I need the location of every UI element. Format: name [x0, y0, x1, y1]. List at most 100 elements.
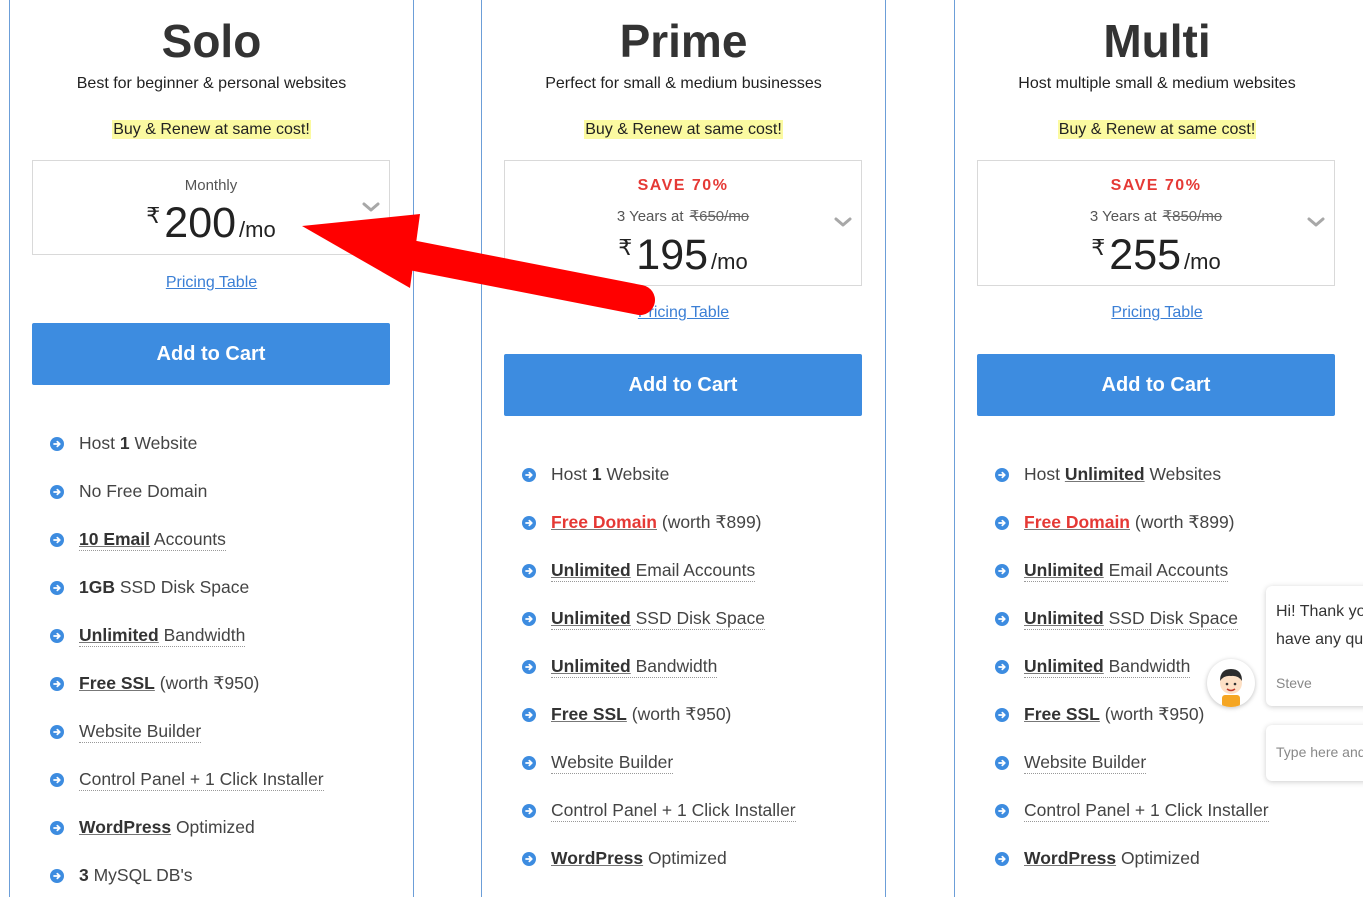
circle-arrow-right-icon	[522, 660, 536, 674]
feature-text: Unlimited Bandwidth	[79, 625, 246, 647]
plan-subtitle: Best for beginner & personal websites	[76, 75, 347, 92]
feature-item: Unlimited Bandwidth	[50, 624, 413, 672]
feature-text: Unlimited Bandwidth	[551, 656, 718, 678]
circle-arrow-right-icon	[522, 756, 536, 770]
chevron-down-icon[interactable]	[833, 212, 853, 232]
feature-item: WordPress Optimized	[995, 847, 1363, 895]
chat-message-text: Hi! Thank yo have any qu	[1276, 603, 1363, 648]
circle-arrow-right-icon	[522, 612, 536, 626]
currency-symbol: ₹	[618, 235, 633, 260]
price-unit: /mo	[239, 217, 276, 242]
circle-arrow-right-icon	[995, 804, 1009, 818]
feature-item: Free Domain (worth ₹899)	[522, 511, 885, 559]
feature-item: Control Panel + 1 Click Installer	[50, 768, 413, 816]
circle-arrow-right-icon	[50, 869, 64, 883]
feature-text: No Free Domain	[79, 481, 208, 501]
price-amount: 195	[636, 231, 709, 279]
circle-arrow-right-icon	[995, 516, 1009, 530]
feature-text: Control Panel + 1 Click Installer	[551, 800, 796, 822]
feature-item: Free Domain (worth ₹899)	[995, 511, 1363, 559]
feature-list: Host 1 Website No Free Domain 10 Email Acc…	[50, 432, 413, 897]
feature-text: Host Unlimited Websites	[1024, 464, 1222, 484]
save-badge: SAVE 70%	[1110, 177, 1202, 194]
feature-text: Host 1 Website	[79, 433, 198, 453]
circle-arrow-right-icon	[50, 437, 64, 451]
original-price: ₹850/mo	[1162, 208, 1223, 225]
feature-text: Control Panel + 1 Click Installer	[1024, 800, 1269, 822]
feature-text: 3 MySQL DB's	[79, 865, 193, 885]
feature-text: 10 Email Accounts	[79, 529, 226, 551]
price-display: ₹195/mo	[505, 231, 861, 280]
feature-item: WordPress Optimized	[50, 816, 413, 864]
feature-item: No Free Domain	[50, 480, 413, 528]
pricing-table-link[interactable]: Pricing Table	[638, 304, 729, 321]
feature-text: Unlimited Bandwidth	[1024, 656, 1191, 678]
chevron-down-icon[interactable]	[1306, 212, 1326, 232]
agent-avatar-icon[interactable]	[1207, 659, 1255, 707]
circle-arrow-right-icon	[50, 677, 64, 691]
feature-item: Website Builder	[50, 720, 413, 768]
feature-text: Control Panel + 1 Click Installer	[79, 769, 324, 791]
feature-item: Free SSL (worth ₹950)	[50, 672, 413, 720]
feature-item: 3 MySQL DB's	[50, 864, 413, 897]
plan-title: Solo	[161, 15, 262, 67]
chevron-down-icon[interactable]	[361, 197, 381, 217]
circle-arrow-right-icon	[522, 468, 536, 482]
original-price: ₹650/mo	[689, 208, 750, 225]
currency-symbol: ₹	[146, 203, 161, 228]
circle-arrow-right-icon	[995, 612, 1009, 626]
plan-subtitle: Host multiple small & medium websites	[1018, 75, 1296, 92]
pricing-table-link[interactable]: Pricing Table	[1111, 304, 1202, 321]
plan-card-solo: Solo Best for beginner & personal websit…	[9, 0, 414, 897]
feature-text: Website Builder	[551, 752, 674, 774]
circle-arrow-right-icon	[50, 533, 64, 547]
chat-message-bubble[interactable]: Hi! Thank yo have any qu Steve	[1266, 586, 1363, 706]
plan-title: Multi	[1103, 15, 1211, 67]
billing-period-select[interactable]: SAVE 70% 3 Years at ₹650/mo ₹195/mo	[504, 160, 862, 286]
price-display: ₹255/mo	[978, 231, 1334, 280]
chat-input-field[interactable]: Type here and	[1266, 725, 1363, 781]
feature-text: WordPress Optimized	[551, 848, 727, 868]
pricing-page: Solo Best for beginner & personal websit…	[0, 0, 1363, 897]
price-unit: /mo	[711, 249, 748, 274]
feature-text: WordPress Optimized	[79, 817, 255, 837]
circle-arrow-right-icon	[522, 804, 536, 818]
feature-text: Unlimited Email Accounts	[1024, 560, 1229, 582]
feature-item: Host 1 Website	[522, 463, 885, 511]
circle-arrow-right-icon	[522, 516, 536, 530]
feature-item: WordPress Optimized	[522, 847, 885, 895]
circle-arrow-right-icon	[995, 564, 1009, 578]
promo-badge: Buy & Renew at same cost!	[112, 120, 311, 139]
circle-arrow-right-icon	[522, 852, 536, 866]
plan-title: Prime	[619, 15, 748, 67]
add-to-cart-button[interactable]: Add to Cart	[32, 323, 390, 385]
feature-text: Free SSL (worth ₹950)	[1024, 704, 1205, 724]
billing-period-select[interactable]: Monthly ₹200/mo	[32, 160, 390, 255]
circle-arrow-right-icon	[50, 581, 64, 595]
feature-text: Unlimited SSD Disk Space	[551, 608, 765, 630]
circle-arrow-right-icon	[995, 468, 1009, 482]
term-label: 3 Years at	[616, 208, 684, 225]
circle-arrow-right-icon	[522, 708, 536, 722]
circle-arrow-right-icon	[50, 773, 64, 787]
circle-arrow-right-icon	[995, 660, 1009, 674]
chat-agent-name: Steve	[1276, 675, 1312, 691]
feature-text: WordPress Optimized	[1024, 848, 1200, 868]
price-unit: /mo	[1184, 249, 1221, 274]
price-amount: 255	[1109, 231, 1182, 279]
term-label: 3 Years at	[1089, 208, 1157, 225]
add-to-cart-button[interactable]: Add to Cart	[977, 354, 1335, 416]
feature-item: 10 Email Accounts	[50, 528, 413, 576]
circle-arrow-right-icon	[50, 821, 64, 835]
add-to-cart-button[interactable]: Add to Cart	[504, 354, 862, 416]
plan-card-prime: Prime Perfect for small & medium busines…	[481, 0, 886, 897]
feature-item: Control Panel + 1 Click Installer	[522, 799, 885, 847]
plan-subtitle: Perfect for small & medium businesses	[545, 75, 822, 92]
feature-text: Unlimited Email Accounts	[551, 560, 756, 582]
pricing-table-link[interactable]: Pricing Table	[166, 274, 257, 291]
billing-period-label: Monthly	[184, 177, 238, 194]
feature-text: 1GB SSD Disk Space	[79, 577, 250, 597]
billing-period-select[interactable]: SAVE 70% 3 Years at ₹850/mo ₹255/mo	[977, 160, 1335, 286]
circle-arrow-right-icon	[522, 564, 536, 578]
circle-arrow-right-icon	[50, 725, 64, 739]
